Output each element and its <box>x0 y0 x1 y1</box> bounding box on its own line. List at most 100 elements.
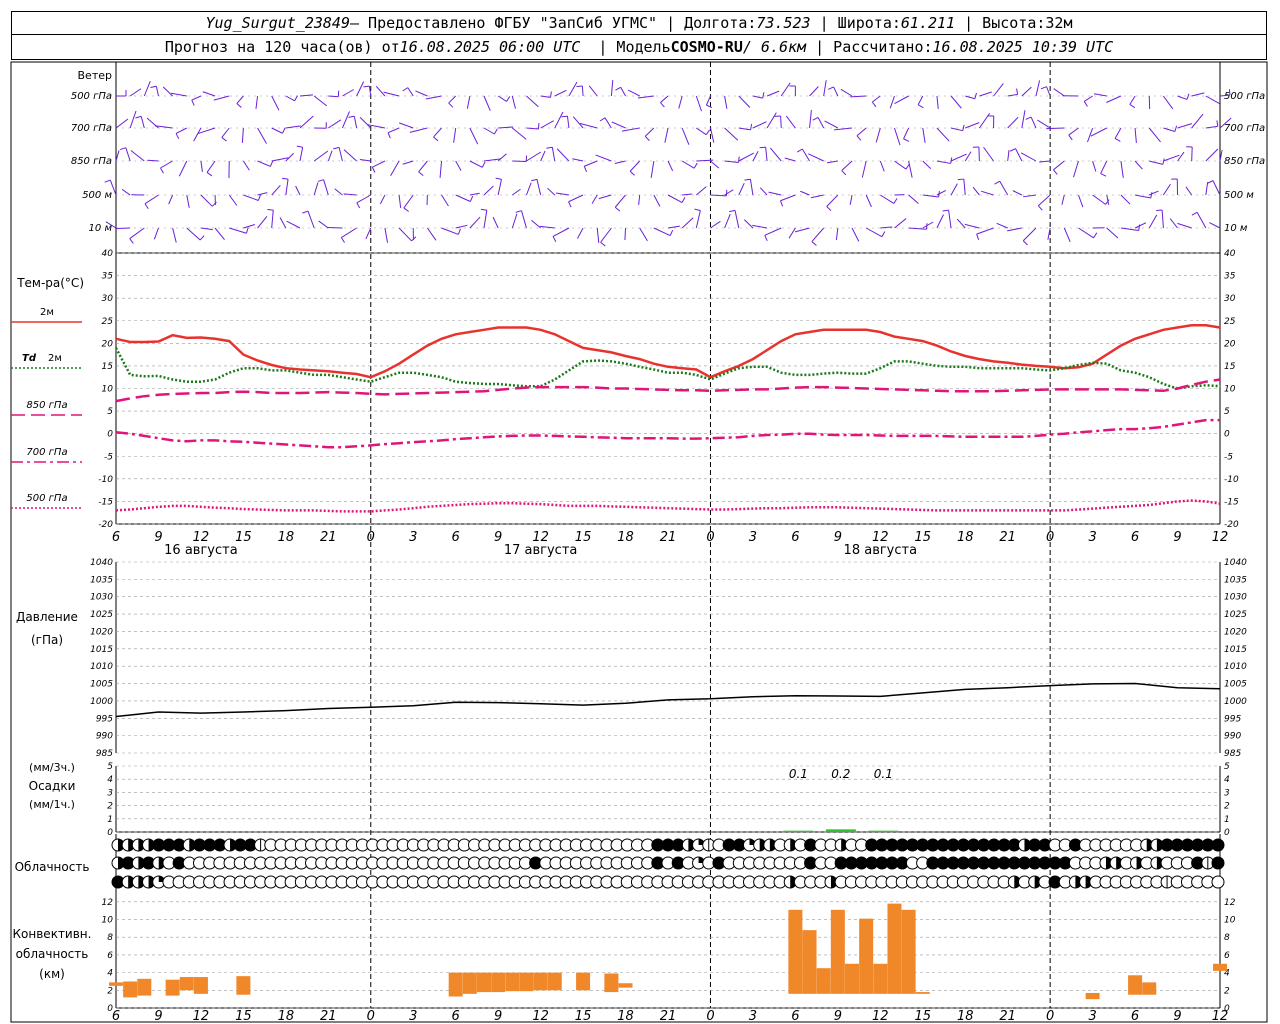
wind-barb-feather <box>402 87 409 92</box>
wind-barb-feather <box>881 231 886 237</box>
wind-barb <box>627 89 640 97</box>
wind-barb <box>186 227 201 241</box>
wind-barb-feather <box>135 115 142 119</box>
wind-barb <box>724 127 739 141</box>
x-tick-label: 6 <box>791 530 799 545</box>
wind-barb <box>1134 127 1137 143</box>
conv-cloud-bar <box>448 972 463 997</box>
wind-barb <box>1053 160 1065 171</box>
wind-level-label: 10 м <box>89 223 113 234</box>
wind-barb <box>752 224 768 229</box>
wind-barb-feather <box>812 116 819 121</box>
wind-barb-feather <box>333 146 340 150</box>
wind-barb <box>749 179 754 196</box>
wind-barb <box>811 227 825 242</box>
y-tick-label: 2 <box>1224 986 1230 996</box>
wind-barb <box>1046 86 1051 97</box>
wind-barb <box>653 227 671 237</box>
wind-barb <box>752 121 767 129</box>
x-tick-label: 18 <box>957 530 974 545</box>
x-tick-label: 15 <box>235 1009 252 1024</box>
wind-barb <box>710 194 727 197</box>
wind-barb <box>359 117 372 129</box>
wind-barb <box>531 219 541 229</box>
wind-barb <box>512 188 521 196</box>
wind-barb-feather <box>1009 148 1016 152</box>
wind-barb <box>178 160 188 177</box>
wind-barb <box>950 127 963 132</box>
wind-barb <box>738 95 751 108</box>
wind-barb <box>1163 127 1176 132</box>
x-tick-label: 18 <box>617 1009 634 1024</box>
x-tick-label: 6 <box>112 530 120 545</box>
date-label: 18 августа <box>844 543 918 558</box>
y-tick-label: 20 <box>102 339 114 349</box>
y-tick-label: 1 <box>107 815 113 825</box>
wind-barb-feather <box>706 104 713 109</box>
wind-barb <box>604 117 612 129</box>
wind-barb <box>356 81 365 97</box>
wind-barb-feather <box>962 124 965 131</box>
wind-barb <box>950 153 967 162</box>
y-tick-label: -5 <box>1224 452 1233 462</box>
wind-barb <box>621 127 640 132</box>
wind-barb-feather <box>1068 134 1073 141</box>
wind-barb-feather <box>1037 205 1043 211</box>
wind-barb <box>695 95 702 112</box>
y-tick-label: 1035 <box>1224 575 1247 585</box>
wind-barb <box>202 91 216 97</box>
precip-bar <box>825 829 856 832</box>
wind-barb-feather <box>796 148 803 153</box>
wind-barb <box>511 127 527 140</box>
wind-barb <box>255 95 259 109</box>
x-tick-label: 12 <box>1212 1009 1229 1024</box>
wind-barb <box>1012 190 1023 196</box>
wind-barb <box>243 224 256 229</box>
wind-barb <box>221 127 230 138</box>
wind-barb <box>738 127 751 131</box>
wind-barb <box>872 95 881 103</box>
wind-barb-feather <box>191 99 195 106</box>
x-tick-label: 9 <box>154 530 162 545</box>
y-tick-label: 1020 <box>1224 627 1247 637</box>
wind-barb <box>824 120 839 129</box>
wind-barb-feather <box>976 233 980 240</box>
wind-barb <box>353 116 358 129</box>
wind-barb <box>577 227 584 239</box>
x-tick-label: 6 <box>1131 530 1139 545</box>
wind-barb <box>554 89 567 97</box>
wind-barb-feather <box>750 123 753 130</box>
wind-barb-feather <box>356 202 361 209</box>
wind-barb-feather <box>221 137 227 142</box>
wind-barb-feather <box>481 161 486 168</box>
wind-barb-feather <box>550 91 552 98</box>
wind-barb <box>1037 119 1051 129</box>
wind-barb <box>469 160 483 168</box>
wind-barb <box>1120 160 1124 178</box>
wind-barb <box>186 194 190 208</box>
y-tick-label: 1020 <box>90 627 113 637</box>
wind-barb <box>448 95 457 104</box>
wind-barb <box>342 111 350 129</box>
wind-barb-feather <box>403 207 409 212</box>
wind-barb-feather <box>764 235 768 242</box>
wind-barb-feather <box>418 171 424 177</box>
wind-barb <box>285 125 301 129</box>
y-tick-label: 1015 <box>90 645 113 655</box>
wind-barb <box>1149 160 1163 165</box>
conv-cloud-bar <box>1128 975 1143 995</box>
wind-barb <box>765 147 768 162</box>
wind-barb <box>365 227 372 240</box>
wind-barb-feather <box>1093 232 1098 239</box>
wind-barb <box>903 127 910 140</box>
y-tick-label: -5 <box>104 452 113 462</box>
y-tick-label: 4 <box>107 775 113 785</box>
wind-barb <box>307 210 315 229</box>
wind-barb <box>129 110 137 129</box>
wind-barb <box>591 194 598 204</box>
y-tick-label: 0 <box>1224 430 1230 440</box>
wind-level-label: 500 м <box>82 190 112 201</box>
wind-barb <box>1020 152 1037 162</box>
wind-barb <box>125 147 131 162</box>
wind-barb <box>936 95 939 109</box>
